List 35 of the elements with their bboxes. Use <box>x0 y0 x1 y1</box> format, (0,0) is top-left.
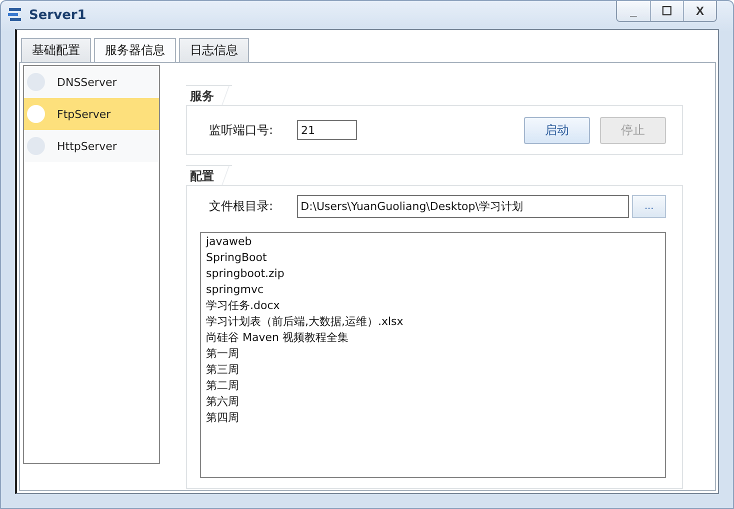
server-item[interactable]: DNSServer <box>24 66 159 98</box>
field-label: 监听端口号: <box>209 122 274 138</box>
file-item[interactable]: 尚硅谷 Maven 视频教程全集 <box>206 330 660 346</box>
file-item[interactable]: 第六周 <box>206 394 660 410</box>
file-item[interactable]: SpringBoot <box>206 250 660 266</box>
close-button[interactable]: X <box>683 1 716 21</box>
server-name: HttpServer <box>57 140 117 152</box>
browse-button[interactable]: ... <box>632 194 666 218</box>
file-item[interactable]: 第四周 <box>206 410 660 426</box>
path-field[interactable]: D:\Users\YuanGuoliang\Desktop\学习计划 <box>296 194 630 218</box>
field-label: 文件根目录: <box>209 198 274 214</box>
file-item[interactable]: 第二周 <box>206 378 660 394</box>
window-title: Server1 <box>29 8 88 22</box>
file-item[interactable]: springboot.zip <box>206 266 660 282</box>
file-item[interactable]: springmvc <box>206 282 660 298</box>
file-item[interactable]: javaweb <box>206 234 660 250</box>
tab[interactable]: 服务器信息 <box>94 38 176 62</box>
status-dot-icon <box>27 105 45 123</box>
start-button[interactable]: 启动 <box>524 116 590 144</box>
server-name: FtpServer <box>57 108 111 120</box>
minimize-button[interactable]: _ <box>617 1 650 21</box>
server-item[interactable]: HttpServer <box>24 130 159 162</box>
group-title: 配置 <box>186 165 232 185</box>
group-title: 服务 <box>186 85 232 105</box>
server-name: DNSServer <box>57 76 117 88</box>
maximize-button[interactable]: ☐ <box>650 1 683 21</box>
file-item[interactable]: 学习计划表（前后端,大数据,运维）.xlsx <box>206 314 660 330</box>
server-item[interactable]: FtpServer <box>24 98 159 130</box>
tab[interactable]: 日志信息 <box>179 38 249 62</box>
tab[interactable]: 基础配置 <box>21 38 91 62</box>
server-icon <box>7 7 23 23</box>
file-item[interactable]: 第三周 <box>206 362 660 378</box>
file-item[interactable]: 第一周 <box>206 346 660 362</box>
file-item[interactable]: 学习任务.docx <box>206 298 660 314</box>
port-field[interactable]: 21 <box>297 120 357 140</box>
